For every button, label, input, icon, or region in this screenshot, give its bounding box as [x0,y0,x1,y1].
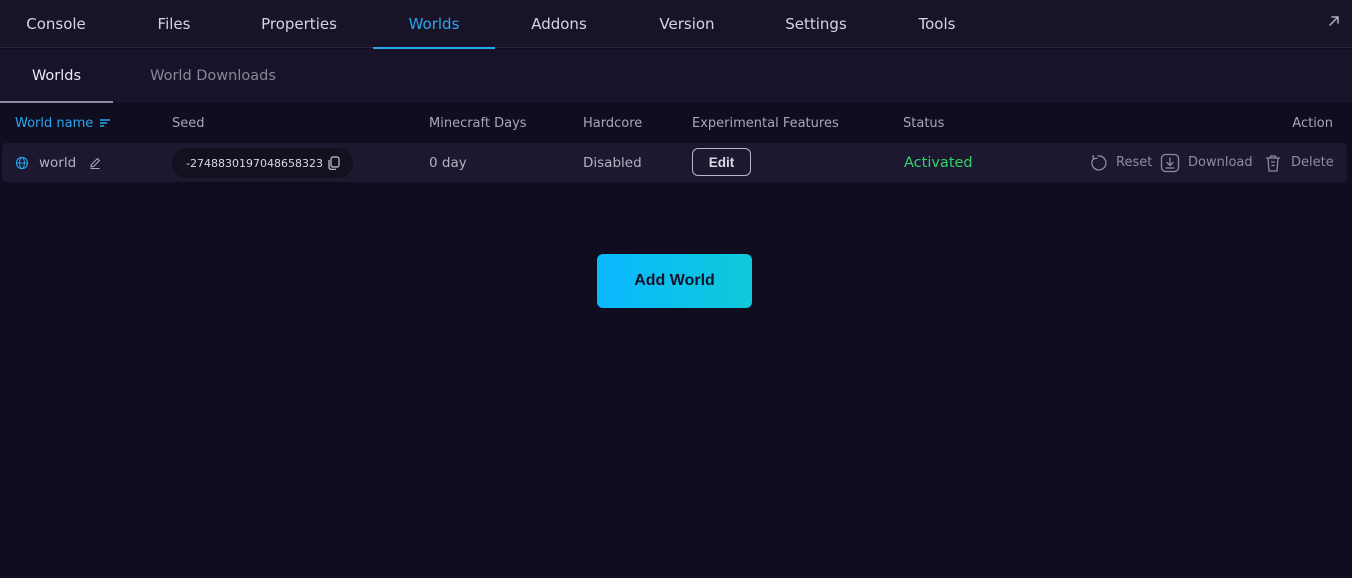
tab-tools[interactable]: Tools [904,0,970,48]
top-nav: Console Files Properties Worlds Addons V… [0,0,1352,49]
header-experimental-features: Experimental Features [692,115,839,131]
header-hardcore: Hardcore [583,115,643,131]
table-row: world -2748830197048658323 0 day Disable… [2,143,1347,182]
pencil-icon[interactable] [88,156,102,170]
reset-label: Reset [1116,155,1153,170]
seed-pill: -2748830197048658323 [172,148,353,178]
status-badge: Activated [904,154,973,171]
header-seed: Seed [172,115,205,131]
tab-version[interactable]: Version [640,0,734,48]
hardcore-value: Disabled [583,154,642,171]
copy-icon[interactable] [326,155,341,171]
tab-settings[interactable]: Settings [772,0,860,48]
world-name-cell: world [15,143,102,182]
subtab-world-downloads[interactable]: World Downloads [138,49,288,103]
header-status: Status [903,115,945,131]
sort-icon [100,119,111,127]
subtab-worlds[interactable]: Worlds [0,49,113,103]
reset-icon [1091,154,1107,171]
world-name: world [39,154,77,171]
header-action: Action [1292,115,1333,131]
download-button[interactable]: Download [1160,143,1253,182]
header-world-name-label: World name [15,115,94,131]
tab-console[interactable]: Console [6,0,106,48]
sub-nav: Worlds World Downloads [0,49,1352,103]
header-world-name[interactable]: World name [15,113,112,133]
header-minecraft-days: Minecraft Days [429,115,527,131]
add-world-button[interactable]: Add World [597,254,752,308]
edit-experimental-button[interactable]: Edit [692,148,751,176]
delete-button[interactable]: Delete [1263,143,1334,182]
download-icon [1160,153,1180,172]
seed-value: -2748830197048658323 [186,156,323,170]
external-link-icon[interactable] [1326,13,1342,29]
delete-label: Delete [1291,155,1334,170]
tab-addons[interactable]: Addons [514,0,604,48]
tab-worlds[interactable]: Worlds [373,0,495,49]
tab-files[interactable]: Files [134,0,214,48]
download-label: Download [1188,155,1253,170]
reset-button[interactable]: Reset [1088,143,1152,182]
tab-properties[interactable]: Properties [239,0,359,48]
trash-icon [1266,154,1280,172]
minecraft-days-value: 0 day [429,154,467,171]
globe-icon [15,156,29,169]
